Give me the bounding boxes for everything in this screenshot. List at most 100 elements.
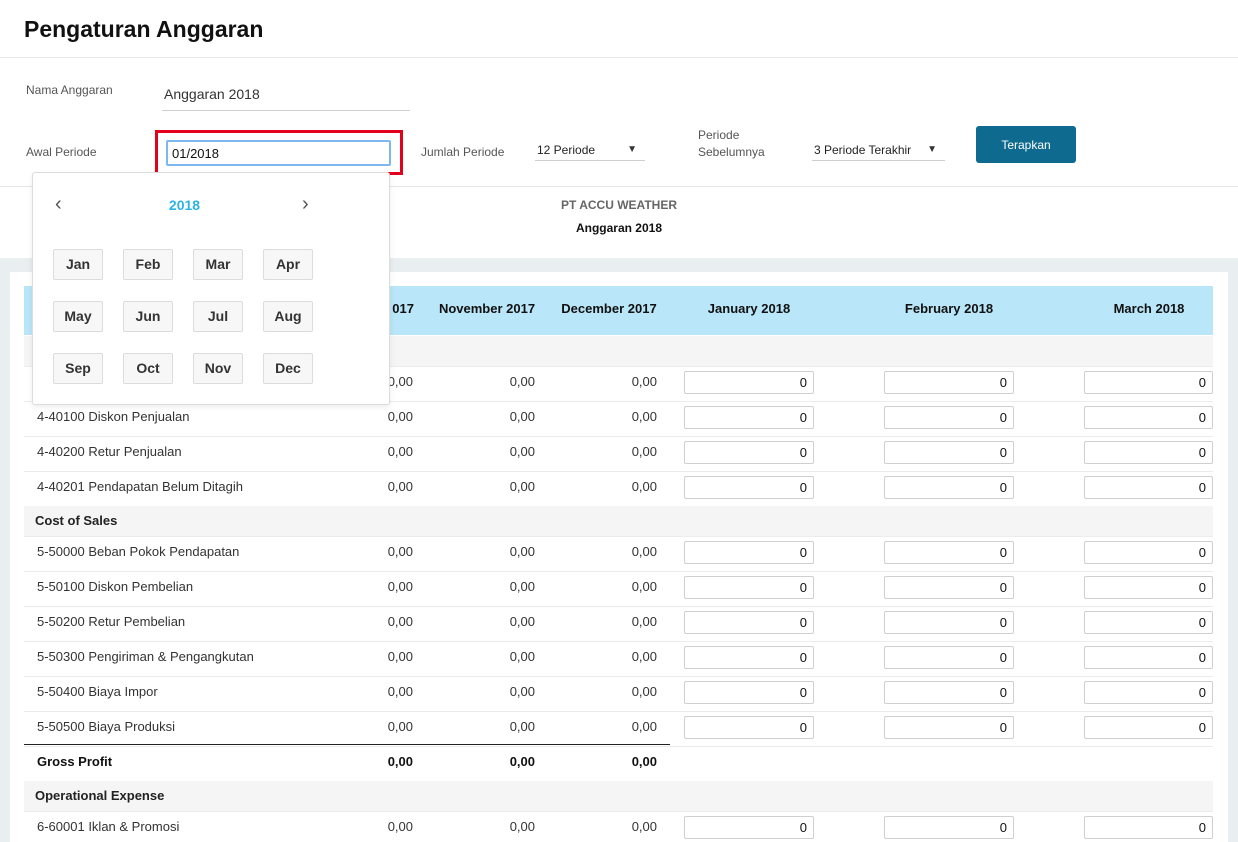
account-name: 5-50300 Pengiriman & Pengangkutan — [37, 649, 254, 664]
month-button-feb[interactable]: Feb — [123, 249, 173, 280]
column-header: March 2018 — [1113, 301, 1185, 316]
budget-input[interactable]: 0 — [684, 541, 814, 564]
history-value: 0,00 — [387, 754, 413, 769]
apply-button[interactable]: Terapkan — [976, 126, 1076, 163]
budget-input[interactable]: 0 — [684, 611, 814, 634]
budget-name-field[interactable]: Anggaran 2018 — [164, 86, 260, 102]
history-value: 0,00 — [631, 819, 657, 834]
budget-input[interactable]: 0 — [684, 371, 814, 394]
budget-name-label: Nama Anggaran — [26, 83, 113, 97]
budget-input[interactable]: 0 — [1084, 541, 1213, 564]
budget-input[interactable]: 0 — [1084, 406, 1213, 429]
history-value: 0,00 — [387, 479, 413, 494]
start-period-input[interactable] — [166, 140, 391, 166]
month-button-dec[interactable]: Dec — [263, 353, 313, 384]
previous-period-value: 3 Periode Terakhir — [814, 143, 912, 157]
history-value: 0,00 — [631, 479, 657, 494]
budget-input[interactable]: 0 — [684, 406, 814, 429]
history-value: 0,00 — [509, 479, 535, 494]
month-button-jun[interactable]: Jun — [123, 301, 173, 332]
budget-input[interactable]: 0 — [1084, 816, 1213, 839]
history-value: 0,00 — [387, 684, 413, 699]
history-value: 0,00 — [509, 409, 535, 424]
budget-input[interactable]: 0 — [884, 646, 1014, 669]
history-value: 0,00 — [631, 684, 657, 699]
history-value: 0,00 — [509, 614, 535, 629]
account-name: 5-50400 Biaya Impor — [37, 684, 158, 699]
section-row — [24, 781, 1213, 811]
period-count-select[interactable]: 12 Periode ▼ — [535, 137, 645, 161]
history-value: 0,00 — [631, 409, 657, 424]
history-value: 0,00 — [509, 544, 535, 559]
account-name: 6-60001 Iklan & Promosi — [37, 819, 180, 834]
month-button-jul[interactable]: Jul — [193, 301, 243, 332]
column-header: December 2017 — [561, 301, 657, 316]
history-value: 0,00 — [631, 444, 657, 459]
budget-name-underline — [162, 110, 410, 111]
month-button-oct[interactable]: Oct — [123, 353, 173, 384]
month-button-aug[interactable]: Aug — [263, 301, 313, 332]
history-value: 0,00 — [631, 719, 657, 734]
budget-input[interactable]: 0 — [1084, 576, 1213, 599]
history-value: 0,00 — [387, 579, 413, 594]
budget-input[interactable]: 0 — [884, 476, 1014, 499]
budget-input[interactable]: 0 — [1084, 716, 1213, 739]
budget-input[interactable]: 0 — [684, 441, 814, 464]
history-value: 0,00 — [387, 819, 413, 834]
column-header: January 2018 — [707, 301, 791, 316]
budget-input[interactable]: 0 — [684, 716, 814, 739]
start-period-label: Awal Periode — [26, 145, 97, 159]
budget-input[interactable]: 0 — [884, 371, 1014, 394]
budget-input[interactable]: 0 — [1084, 476, 1213, 499]
budget-input[interactable]: 0 — [884, 406, 1014, 429]
history-value: 0,00 — [631, 649, 657, 664]
picker-year[interactable]: 2018 — [33, 197, 336, 213]
budget-input[interactable]: 0 — [684, 576, 814, 599]
budget-input[interactable]: 0 — [884, 611, 1014, 634]
history-value: 0,00 — [387, 649, 413, 664]
budget-input[interactable]: 0 — [884, 541, 1014, 564]
budget-input[interactable]: 0 — [684, 646, 814, 669]
budget-input[interactable]: 0 — [884, 576, 1014, 599]
month-button-apr[interactable]: Apr — [263, 249, 313, 280]
previous-period-label-line2: Sebelumnya — [698, 145, 765, 159]
previous-period-select[interactable]: 3 Periode Terakhir ▼ — [812, 137, 945, 161]
budget-input[interactable]: 0 — [1084, 441, 1213, 464]
budget-input[interactable]: 0 — [884, 816, 1014, 839]
budget-input[interactable]: 0 — [1084, 371, 1213, 394]
chevron-down-icon: ▼ — [927, 144, 937, 155]
history-value: 0,00 — [387, 719, 413, 734]
previous-period-label-line1: Periode — [698, 128, 740, 142]
budget-input[interactable]: 0 — [684, 476, 814, 499]
budget-input[interactable]: 0 — [884, 716, 1014, 739]
budget-input[interactable]: 0 — [884, 441, 1014, 464]
column-header: November 2017 — [438, 301, 536, 316]
budget-input[interactable]: 0 — [1084, 646, 1213, 669]
month-button-mar[interactable]: Mar — [193, 249, 243, 280]
history-value: 0,00 — [387, 544, 413, 559]
history-value: 0,00 — [509, 684, 535, 699]
budget-input[interactable]: 0 — [1084, 681, 1213, 704]
section-row — [24, 506, 1213, 536]
budget-input[interactable]: 0 — [684, 681, 814, 704]
budget-input[interactable]: 0 — [684, 816, 814, 839]
history-value: 0,00 — [387, 444, 413, 459]
history-value: 0,00 — [509, 444, 535, 459]
month-button-nov[interactable]: Nov — [193, 353, 243, 384]
chevron-down-icon: ▼ — [627, 144, 637, 155]
section-title: Cost of Sales — [35, 513, 118, 528]
period-count-value: 12 Periode — [537, 143, 596, 157]
history-value: 0,00 — [631, 614, 657, 629]
account-name: 4-40200 Retur Penjualan — [37, 444, 182, 459]
account-name: 5-50000 Beban Pokok Pendapatan — [37, 544, 240, 559]
chevron-right-icon[interactable]: › — [302, 193, 309, 216]
budget-input[interactable]: 0 — [1084, 611, 1213, 634]
month-button-sep[interactable]: Sep — [53, 353, 103, 384]
month-picker: ‹ 2018 › Jan Feb Mar Apr May Jun Jul Aug Sep Oct N… — [32, 172, 390, 405]
title-divider — [0, 57, 1238, 58]
month-button-jan[interactable]: Jan — [53, 249, 103, 280]
month-button-may[interactable]: May — [53, 301, 103, 332]
account-name: 5-50100 Diskon Pembelian — [37, 579, 194, 594]
history-value: 0,00 — [509, 754, 535, 769]
budget-input[interactable]: 0 — [884, 681, 1014, 704]
